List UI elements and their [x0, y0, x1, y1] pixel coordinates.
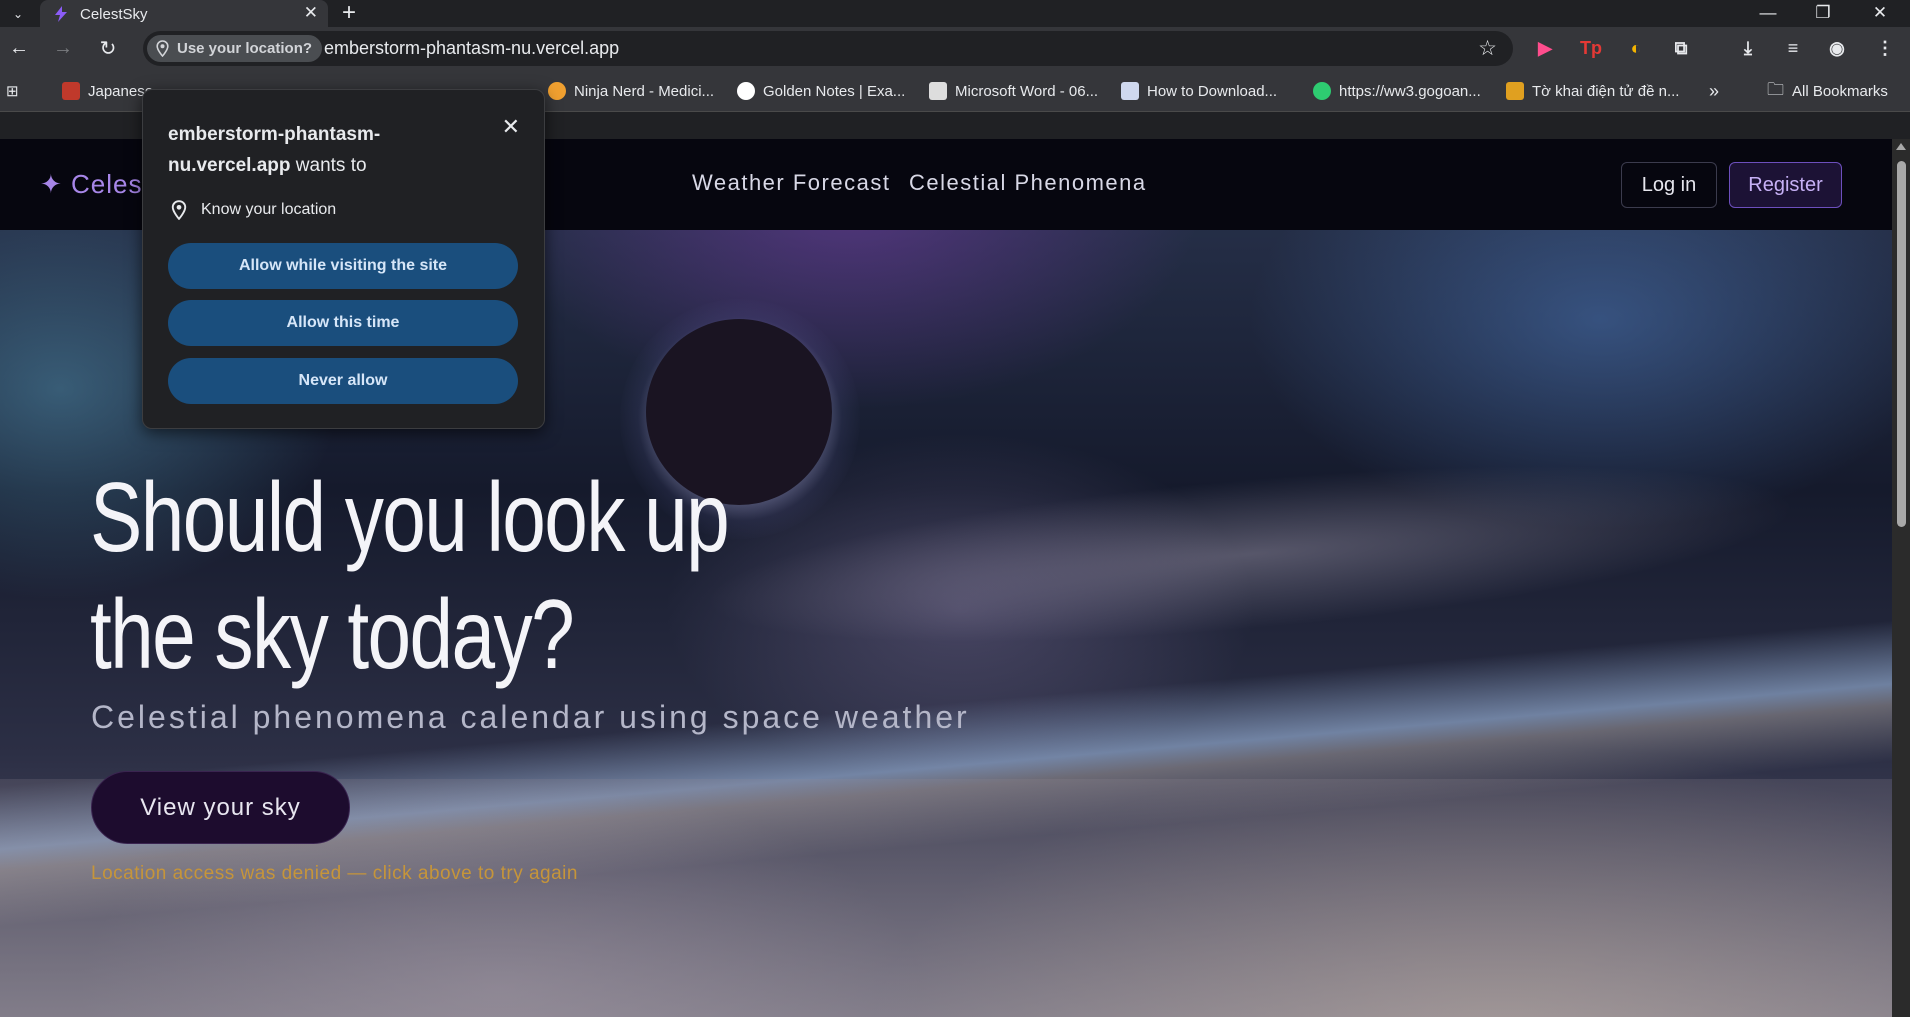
allow-this-time-button[interactable]: Allow this time	[168, 300, 518, 346]
location-pin-icon	[171, 200, 187, 220]
minimize-button[interactable]: —	[1745, 0, 1791, 26]
folder-icon: 🗀	[1767, 79, 1784, 99]
new-tab-button[interactable]: +	[342, 0, 356, 26]
location-denied-message: Location access was denied — click above…	[91, 863, 578, 884]
scroll-thumb[interactable]	[1897, 161, 1906, 527]
bookmark-label: Tờ khai điện tử đề n...	[1532, 82, 1680, 100]
location-pin-icon	[156, 40, 169, 57]
page-icon	[1121, 82, 1139, 100]
bookmark-label: How to Download...	[1147, 82, 1278, 100]
bookmark-golden-notes[interactable]: Golden Notes | Exa...	[737, 81, 905, 101]
sparkle-icon: ✦	[40, 169, 63, 199]
apps-grid-icon[interactable]: ⊞	[6, 81, 19, 101]
bookmark-label: Golden Notes | Exa...	[763, 82, 906, 100]
media-queue-icon[interactable]: ≡	[1778, 33, 1808, 63]
video-extension-icon[interactable]: ▶	[1530, 33, 1560, 63]
location-permission-chip[interactable]: Use your location?	[147, 35, 323, 62]
page-scrollbar[interactable]	[1892, 139, 1910, 1017]
forward-button[interactable]: →	[48, 33, 78, 63]
bookmark-ninja-nerd[interactable]: Ninja Nerd - Medici...	[548, 81, 714, 101]
tab-title: CelestSky	[80, 6, 148, 23]
url-text[interactable]: emberstorm-phantasm-nu.vercel.app	[324, 38, 619, 59]
headline-line-1: Should you look up	[90, 462, 730, 572]
location-chip-label: Use your location?	[177, 40, 313, 57]
menu-kebab-icon[interactable]: ⋮	[1870, 33, 1900, 63]
logo-text: Celest	[71, 169, 151, 199]
restore-button[interactable]: ❐	[1800, 0, 1846, 26]
scroll-up-arrow-icon[interactable]	[1896, 143, 1906, 150]
hero-headline: Should you look up the sky today?	[90, 459, 810, 693]
tp-extension-icon[interactable]: Tp	[1576, 33, 1606, 63]
download-icon[interactable]: ⤓	[1733, 33, 1763, 63]
bookmark-to-khai[interactable]: Tờ khai điện tử đề n...	[1506, 81, 1679, 101]
celestsky-favicon-icon	[55, 6, 67, 22]
bookmark-label: All Bookmarks	[1792, 82, 1888, 100]
window-close-button[interactable]: ✕	[1857, 0, 1903, 26]
bookmark-gogoanime[interactable]: https://ww3.gogoan...	[1313, 81, 1481, 101]
never-allow-button[interactable]: Never allow	[168, 358, 518, 404]
view-your-sky-button[interactable]: View your sky	[91, 771, 350, 844]
bookmark-label: Microsoft Word - 06...	[955, 82, 1099, 100]
address-bar[interactable]: Use your location? emberstorm-phantasm-n…	[143, 31, 1513, 66]
hero-subtitle: Celestial phenomena calendar using space…	[91, 699, 970, 735]
allow-while-visiting-button[interactable]: Allow while visiting the site	[168, 243, 518, 289]
profile-avatar[interactable]: ◉	[1822, 33, 1852, 63]
bookmark-japanese[interactable]: Japanese	[62, 81, 153, 101]
popup-close-icon[interactable]: ✕	[502, 114, 520, 140]
permission-label: Know your location	[201, 201, 337, 218]
nav-celestial-phenomena[interactable]: Celestial Phenomena	[909, 170, 1147, 196]
popup-wants-to: wants to	[295, 155, 367, 176]
active-tab[interactable]: CelestSky ✕	[40, 0, 328, 27]
login-button[interactable]: Log in	[1621, 162, 1717, 208]
reload-button[interactable]: ↻	[93, 33, 123, 63]
japanese-site-icon	[62, 82, 80, 100]
browser-toolbar: ← → ↻ Use your location? emberstorm-phan…	[0, 27, 1910, 69]
location-permission-popup: emberstorm-phantasm-nu.vercel.app wants …	[142, 89, 545, 429]
extensions-puzzle-icon[interactable]: ⧉	[1666, 33, 1696, 63]
bookmark-how-to-download[interactable]: How to Download...	[1121, 81, 1277, 101]
ninja-nerd-icon	[548, 82, 566, 100]
tab-search-chevron-icon[interactable]: ⌄	[6, 3, 30, 25]
back-button[interactable]: ←	[4, 33, 34, 63]
gogo-icon	[1313, 82, 1331, 100]
tab-close-icon[interactable]: ✕	[304, 3, 318, 23]
popup-title: emberstorm-phantasm-nu.vercel.app wants …	[168, 119, 468, 181]
tab-strip: ⌄ CelestSky ✕ + — ❐ ✕	[0, 0, 1910, 27]
site-logo[interactable]: ✦ Celest	[40, 169, 151, 200]
bookmark-label: Ninja Nerd - Medici...	[574, 82, 715, 100]
permission-row: Know your location	[171, 200, 336, 220]
bookmark-star-icon[interactable]: ☆	[1478, 36, 1497, 61]
document-icon	[929, 82, 947, 100]
bookmark-microsoft-word[interactable]: Microsoft Word - 06...	[929, 81, 1098, 101]
all-bookmarks-folder[interactable]: 🗀 All Bookmarks	[1767, 80, 1888, 101]
more-bookmarks-chevron-icon[interactable]: »	[1709, 81, 1719, 101]
colorful-extension-icon[interactable]: ◐	[1621, 33, 1651, 63]
register-button[interactable]: Register	[1729, 162, 1842, 208]
golden-notes-icon	[737, 82, 755, 100]
headline-line-2: the sky today?	[90, 579, 575, 689]
bookmark-label: https://ww3.gogoan...	[1339, 82, 1481, 100]
tax-form-icon	[1506, 82, 1524, 100]
nav-weather-forecast[interactable]: Weather Forecast	[692, 170, 890, 196]
